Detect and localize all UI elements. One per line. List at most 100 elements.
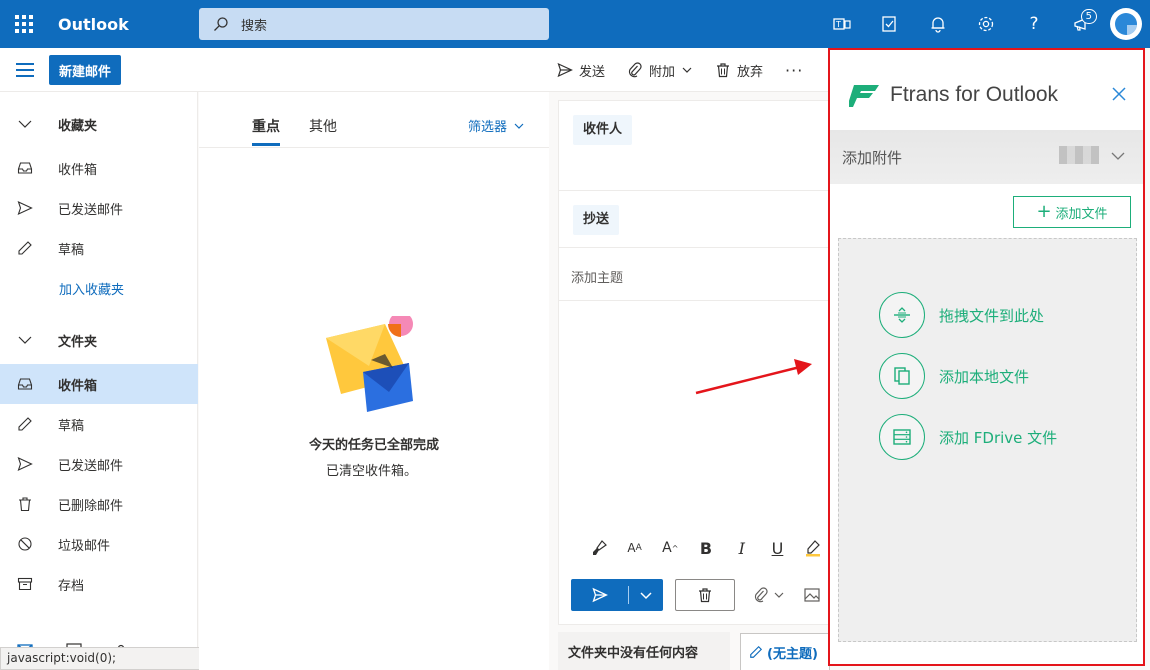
draft-tab-label: (无主题) [767,646,818,662]
menu-icon[interactable] [16,63,34,77]
format-painter-button[interactable] [581,539,617,557]
message-list: 重点 其他 筛选器 今天的任务已全部完成 已清空收件箱。 [199,92,549,670]
app-name[interactable]: Outlook [58,15,198,34]
pencil-icon [16,416,34,432]
chevron-down-icon [682,67,692,73]
sidebar-item-label: 已删除邮件 [58,498,124,514]
todo-icon [882,16,896,32]
command-bar: 新建邮件 发送 附加 放弃 ··· [0,48,830,92]
send-button[interactable] [571,579,663,611]
settings-button[interactable] [962,0,1010,48]
send-label: 发送 [579,64,606,80]
add-file-label: 添加文件 [1055,206,1108,222]
sidebar-item-deleted[interactable]: 已删除邮件 [0,484,198,524]
inbox-icon [16,160,34,176]
compose-footer [571,579,821,611]
folders-header[interactable]: 文件夹 [0,320,198,360]
new-mail-button[interactable]: 新建邮件 [49,55,121,85]
sidebar-item-label: 垃圾邮件 [58,538,111,554]
sidebar-item-favorite-drafts[interactable]: 草稿 [0,228,198,268]
attach-label: 附加 [649,64,676,80]
chevron-down-icon[interactable] [1111,151,1125,161]
highlight-button[interactable] [795,539,831,557]
todo-button[interactable] [866,0,914,48]
add-favorite-link[interactable]: 加入收藏夹 [0,268,198,308]
drag-drop-label: 拖拽文件到此处 [939,306,1045,325]
paperclip-icon [628,62,642,78]
svg-text:T: T [835,20,841,29]
account-avatar-blurred [1059,146,1099,164]
trash-icon [717,63,730,78]
paperclip-icon [754,587,768,603]
server-icon [879,414,925,460]
sidebar-item-favorite-inbox[interactable]: 收件箱 [0,148,198,188]
sidebar-item-label: 收件箱 [58,162,98,178]
help-button[interactable]: ? [1010,0,1058,48]
favorites-label: 收藏夹 [58,118,98,134]
avatar-image [1115,13,1137,35]
bold-button[interactable]: B [688,539,724,558]
send-toolbar-button[interactable]: 发送 [557,61,605,80]
cc-button[interactable]: 抄送 [573,205,620,235]
top-bar: Outlook 搜索 T ? 5 [0,0,1150,48]
send-icon [571,586,629,604]
bell-icon [931,17,945,33]
attach-button[interactable] [753,587,785,603]
format-toolbar: AA A ^ B I U [559,531,831,565]
inbox-icon [16,376,34,392]
help-icon: ? [1029,14,1039,34]
insert-image-button[interactable] [803,586,821,604]
trash-icon [699,588,711,603]
teams-icon: T [833,18,851,30]
tab-focused[interactable]: 重点 [252,116,280,146]
ftrans-panel: Ftrans for Outlook 添加附件 + 添加文件 拖拽文件到此处 添… [828,48,1145,666]
sidebar-item-inbox[interactable]: 收件箱 [0,364,198,404]
sidebar-item-archive[interactable]: 存档 [0,564,198,604]
sidebar-item-label: 草稿 [58,418,85,434]
italic-button[interactable]: I [724,539,760,558]
sidebar-item-drafts[interactable]: 草稿 [0,404,198,444]
font-size-button[interactable]: AA [617,541,653,555]
sidebar-item-label: 存档 [58,578,85,594]
tab-other[interactable]: 其他 [309,116,337,136]
more-actions-button[interactable]: ··· [785,61,803,80]
add-local-file-option[interactable]: 添加本地文件 [879,353,1029,399]
chevron-down-icon [514,123,524,129]
discard-toolbar-button[interactable]: 放弃 [715,61,763,80]
pencil-icon [16,240,34,256]
underline-button[interactable]: U [760,539,796,558]
image-icon [804,588,820,602]
file-drop-zone[interactable]: 拖拽文件到此处 添加本地文件 添加 FDrive 文件 [838,238,1137,642]
subject-input[interactable]: 添加主题 [571,267,623,286]
drag-drop-option[interactable]: 拖拽文件到此处 [879,292,1044,338]
to-button[interactable]: 收件人 [573,115,633,145]
teams-button[interactable]: T [818,0,866,48]
notifications-button[interactable] [914,0,962,48]
sidebar-item-label: 已发送邮件 [58,202,124,218]
discard-button[interactable] [675,579,735,611]
avatar[interactable] [1110,8,1142,40]
sidebar-item-favorite-sent[interactable]: 已发送邮件 [0,188,198,228]
copy-files-icon [879,353,925,399]
feedback-button[interactable]: 5 [1058,0,1106,48]
chevron-down-icon [16,332,34,348]
sidebar-item-junk[interactable]: 垃圾邮件 [0,524,198,564]
draft-tab[interactable]: (无主题) [740,633,830,670]
font-size-up-button[interactable]: A ^ [652,540,688,556]
send-options-button[interactable] [629,587,663,603]
waffle-icon [15,15,33,33]
top-icons: T ? 5 [818,0,1150,48]
send-icon [16,200,34,216]
favorites-header[interactable]: 收藏夹 [0,104,198,144]
search-input[interactable]: 搜索 [241,15,267,34]
filter-label: 筛选器 [467,120,507,135]
search-box[interactable]: 搜索 [199,8,549,40]
sidebar-item-label: 已发送邮件 [58,458,124,474]
attach-toolbar-button[interactable]: 附加 [627,61,693,80]
sidebar-item-sent[interactable]: 已发送邮件 [0,444,198,484]
filter-button[interactable]: 筛选器 [468,116,525,135]
add-fdrive-file-option[interactable]: 添加 FDrive 文件 [879,414,1057,460]
close-icon[interactable] [1111,86,1127,102]
add-file-button[interactable]: + 添加文件 [1013,196,1131,228]
app-launcher-button[interactable] [0,0,48,48]
